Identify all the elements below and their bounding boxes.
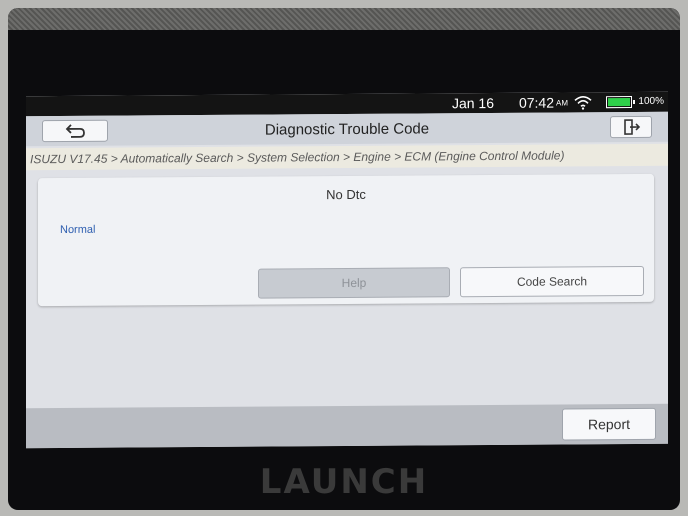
battery-icon xyxy=(606,96,632,109)
device-brand-logo: LAUNCH xyxy=(259,462,429,502)
breadcrumb: ISUZU V17.45 > Automatically Search > Sy… xyxy=(26,143,668,171)
dtc-result-title: No Dtc xyxy=(326,186,366,203)
exit-button[interactable] xyxy=(610,115,652,139)
help-button[interactable]: Help xyxy=(258,267,450,299)
dtc-panel: No Dtc Normal Help Code Search xyxy=(38,173,654,307)
wifi-icon xyxy=(574,96,592,110)
title-bar: Diagnostic Trouble Code xyxy=(26,111,668,147)
system-status: Normal xyxy=(60,223,96,237)
device-screen: Jan 16 07:42 AM 100% Diagnostic Trouble … xyxy=(26,91,668,449)
code-search-button[interactable]: Code Search xyxy=(460,265,644,298)
exit-icon xyxy=(624,119,641,135)
page-title: Diagnostic Trouble Code xyxy=(264,120,430,139)
bottom-toolbar: Report xyxy=(26,403,668,449)
status-date: Jan 16 xyxy=(451,94,494,112)
battery-percent: 100% xyxy=(638,95,664,107)
status-ampm: AM xyxy=(556,98,568,108)
device-top-edge xyxy=(8,8,680,30)
status-time: 07:42 xyxy=(518,94,554,111)
report-button[interactable]: Report xyxy=(562,407,656,441)
